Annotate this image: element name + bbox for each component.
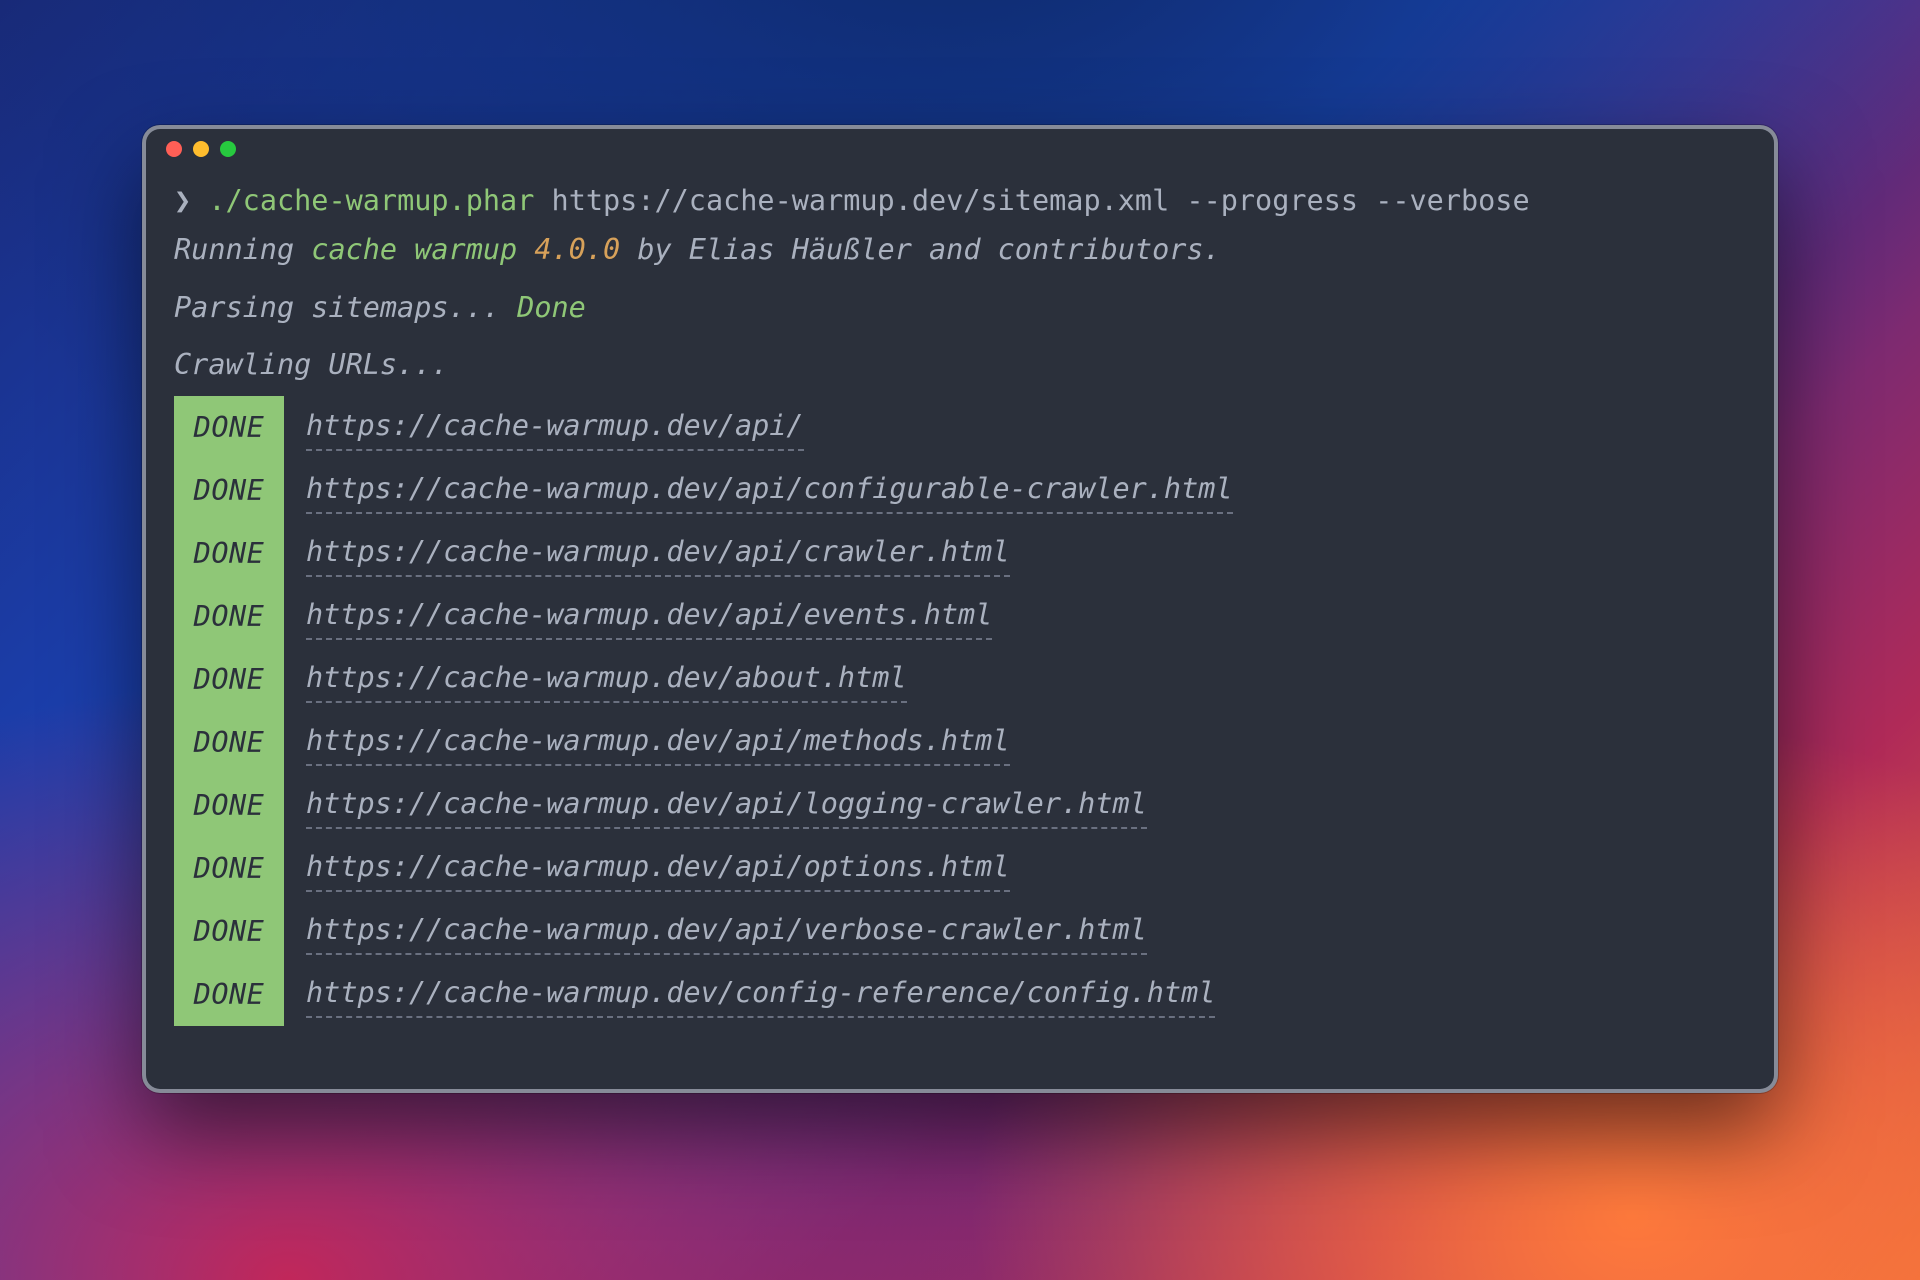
status-badge: DONE xyxy=(174,522,284,585)
url-row: DONE https://cache-warmup.dev/config-ref… xyxy=(174,963,1746,1026)
window-titlebar xyxy=(146,129,1774,169)
url-cell: https://cache-warmup.dev/api/options.htm… xyxy=(284,837,1746,900)
command-executable: ./cache-warmup.phar xyxy=(208,184,534,217)
command-flag-verbose: --verbose xyxy=(1375,184,1529,217)
banner-prefix: Running xyxy=(174,233,311,266)
url-cell: https://cache-warmup.dev/api/crawler.htm… xyxy=(284,522,1746,585)
banner-suffix: by Elias Häußler and contributors. xyxy=(620,233,1221,266)
url-row: DONE https://cache-warmup.dev/about.html xyxy=(174,648,1746,711)
status-badge: DONE xyxy=(174,900,284,963)
status-badge: DONE xyxy=(174,837,284,900)
url-link[interactable]: https://cache-warmup.dev/api/methods.htm… xyxy=(306,719,1010,766)
status-badge: DONE xyxy=(174,774,284,837)
terminal-window: ❯ ./cache-warmup.phar https://cache-warm… xyxy=(142,125,1778,1093)
banner-app-name: cache warmup xyxy=(311,233,517,266)
status-badge: DONE xyxy=(174,711,284,774)
banner-line: Running cache warmup 4.0.0 by Elias Häuß… xyxy=(174,228,1746,271)
url-cell: https://cache-warmup.dev/api/events.html xyxy=(284,585,1746,648)
url-link[interactable]: https://cache-warmup.dev/api/crawler.htm… xyxy=(306,530,1010,577)
url-row: DONE https://cache-warmup.dev/api/config… xyxy=(174,459,1746,522)
command-flag-progress: --progress xyxy=(1186,184,1358,217)
status-badge: DONE xyxy=(174,585,284,648)
window-zoom-icon[interactable] xyxy=(220,141,236,157)
url-link[interactable]: https://cache-warmup.dev/api/events.html xyxy=(306,593,992,640)
url-cell: https://cache-warmup.dev/api/configurabl… xyxy=(284,459,1746,522)
url-row: DONE https://cache-warmup.dev/api/loggin… xyxy=(174,774,1746,837)
command-arg-url: https://cache-warmup.dev/sitemap.xml xyxy=(552,184,1170,217)
url-cell: https://cache-warmup.dev/api/ xyxy=(284,396,1746,459)
url-cell: https://cache-warmup.dev/config-referenc… xyxy=(284,963,1746,1026)
prompt-symbol: ❯ xyxy=(174,184,191,217)
url-row: DONE https://cache-warmup.dev/api/crawle… xyxy=(174,522,1746,585)
status-badge: DONE xyxy=(174,963,284,1026)
url-link[interactable]: https://cache-warmup.dev/config-referenc… xyxy=(306,971,1215,1018)
url-cell: https://cache-warmup.dev/api/verbose-cra… xyxy=(284,900,1746,963)
status-badge: DONE xyxy=(174,396,284,459)
url-link[interactable]: https://cache-warmup.dev/api/options.htm… xyxy=(306,845,1010,892)
banner-version: 4.0.0 xyxy=(534,233,620,266)
status-badge: DONE xyxy=(174,648,284,711)
url-link[interactable]: https://cache-warmup.dev/about.html xyxy=(306,656,907,703)
url-link[interactable]: https://cache-warmup.dev/api/logging-cra… xyxy=(306,782,1147,829)
crawling-label: Crawling URLs... xyxy=(174,348,449,381)
crawling-line: Crawling URLs... xyxy=(174,343,1746,386)
url-row: DONE https://cache-warmup.dev/api/method… xyxy=(174,711,1746,774)
prompt-line: ❯ ./cache-warmup.phar https://cache-warm… xyxy=(174,179,1746,222)
url-row: DONE https://cache-warmup.dev/api/option… xyxy=(174,837,1746,900)
parsing-label: Parsing sitemaps... xyxy=(174,291,517,324)
url-link[interactable]: https://cache-warmup.dev/api/configurabl… xyxy=(306,467,1233,514)
window-close-icon[interactable] xyxy=(166,141,182,157)
window-minimize-icon[interactable] xyxy=(193,141,209,157)
url-cell: https://cache-warmup.dev/api/methods.htm… xyxy=(284,711,1746,774)
url-table: DONE https://cache-warmup.dev/api/ DONE … xyxy=(174,396,1746,1026)
url-row: DONE https://cache-warmup.dev/api/events… xyxy=(174,585,1746,648)
url-link[interactable]: https://cache-warmup.dev/api/verbose-cra… xyxy=(306,908,1147,955)
url-row: DONE https://cache-warmup.dev/api/verbos… xyxy=(174,900,1746,963)
url-cell: https://cache-warmup.dev/about.html xyxy=(284,648,1746,711)
url-row: DONE https://cache-warmup.dev/api/ xyxy=(174,396,1746,459)
parsing-status: Done xyxy=(517,291,586,324)
terminal-body[interactable]: ❯ ./cache-warmup.phar https://cache-warm… xyxy=(146,169,1774,1089)
status-badge: DONE xyxy=(174,459,284,522)
url-cell: https://cache-warmup.dev/api/logging-cra… xyxy=(284,774,1746,837)
url-link[interactable]: https://cache-warmup.dev/api/ xyxy=(306,404,804,451)
parsing-line: Parsing sitemaps... Done xyxy=(174,286,1746,329)
